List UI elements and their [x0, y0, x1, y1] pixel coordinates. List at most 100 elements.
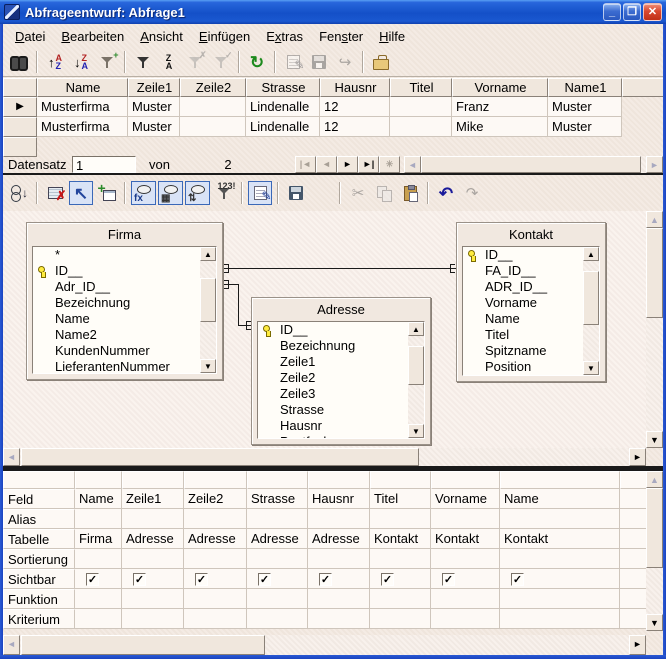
field-item-id[interactable]: ID__ — [258, 322, 424, 338]
first-record-button[interactable]: |◄ — [295, 156, 316, 173]
undo-button[interactable]: ↶ — [434, 181, 458, 205]
design-vscrollbar[interactable]: ▲ ▼ — [646, 211, 663, 448]
scroll-right-icon[interactable]: ► — [629, 635, 646, 655]
grid-cell[interactable]: ✓ — [247, 569, 308, 589]
field-item-bezeichnung[interactable]: Bezeichnung — [33, 295, 216, 311]
field-item-adrid[interactable]: Adr_ID__ — [33, 279, 216, 295]
row-selector[interactable] — [3, 137, 37, 157]
grid-cell[interactable]: Titel — [370, 489, 431, 509]
table-box-kontakt[interactable]: KontaktID__FA_ID__ADR_ID__VornameNameTit… — [456, 222, 606, 382]
menu-fenster[interactable]: Fenster — [311, 26, 371, 47]
table-box-adresse[interactable]: AdresseID__BezeichnungZeile1Zeile2Zeile3… — [251, 297, 431, 445]
scroll-right-icon[interactable]: ► — [646, 156, 663, 173]
save-as-button[interactable] — [310, 181, 334, 205]
visible-checkbox[interactable]: ✓ — [511, 573, 524, 586]
field-item-name2[interactable]: Name2 — [33, 327, 216, 343]
grid-cell[interactable]: Name — [75, 489, 122, 509]
paste-button[interactable] — [398, 181, 422, 205]
grid-cell[interactable]: Firma — [75, 529, 122, 549]
field-list-scrollbar[interactable]: ▲▼ — [583, 247, 599, 375]
field-item-position[interactable]: Position — [463, 359, 599, 375]
field-item-strasse[interactable]: Strasse — [258, 402, 424, 418]
field-item-postfach[interactable]: Postfach — [258, 434, 424, 439]
save-button[interactable] — [284, 181, 308, 205]
grid-cell[interactable]: ✓ — [184, 569, 247, 589]
field-item-lieferantennummer[interactable]: LieferantenNummer — [33, 359, 216, 374]
grid-cell[interactable] — [500, 609, 620, 629]
field-item-titel[interactable]: Titel — [463, 327, 599, 343]
edit-query-button[interactable] — [248, 181, 272, 205]
menu-einfgen[interactable]: Einfügen — [191, 26, 258, 47]
grid-column-header[interactable] — [431, 471, 500, 489]
grid-cell[interactable]: Zeile2 — [184, 489, 247, 509]
grid-cell[interactable] — [184, 549, 247, 569]
grid-column-header[interactable] — [308, 471, 370, 489]
grid-cell[interactable]: Adresse — [184, 529, 247, 549]
field-item-vorname[interactable]: Vorname — [463, 295, 599, 311]
scroll-up-icon[interactable]: ▲ — [646, 471, 663, 488]
grid-cell[interactable]: ✓ — [308, 569, 370, 589]
datasheet-cell[interactable]: Musterfirma — [37, 117, 128, 137]
column-header-name[interactable]: Name — [37, 78, 128, 97]
datasheet-cell[interactable]: Muster — [128, 97, 180, 117]
datasheet-cell[interactable]: 12 — [320, 97, 390, 117]
field-item-hausnr[interactable]: Hausnr — [258, 418, 424, 434]
grid-cell[interactable] — [370, 549, 431, 569]
field-item-zeile3[interactable]: Zeile3 — [258, 386, 424, 402]
row-selector[interactable]: ▶ — [3, 97, 37, 117]
grid-cell[interactable] — [122, 549, 184, 569]
scroll-left-icon[interactable]: ◄ — [3, 448, 20, 466]
grid-vscrollbar[interactable]: ▲ ▼ — [646, 471, 663, 631]
scroll-up-icon[interactable]: ▲ — [646, 211, 663, 228]
grid-cell[interactable] — [122, 589, 184, 609]
sort-ascending-button[interactable]: ↑AZ — [43, 50, 67, 74]
datasheet-cell[interactable]: Muster — [548, 117, 622, 137]
record-number-input[interactable]: 1 — [72, 156, 136, 173]
menu-ansicht[interactable]: Ansicht — [132, 26, 191, 47]
grid-cell[interactable] — [247, 509, 308, 529]
field-list-scrollbar[interactable]: ▲▼ — [408, 322, 424, 438]
grid-cell[interactable] — [247, 549, 308, 569]
field-item-kundennummer[interactable]: KundenNummer — [33, 343, 216, 359]
title-bar[interactable]: Abfrageentwurf: Abfrage1 _ ❐ ✕ — [0, 0, 666, 24]
refresh-button[interactable]: ↻ — [245, 50, 269, 74]
grid-cell[interactable] — [500, 549, 620, 569]
scroll-up-icon[interactable]: ▲ — [408, 322, 424, 336]
grid-column-header[interactable] — [620, 471, 647, 489]
column-header-zeile2[interactable]: Zeile2 — [180, 78, 246, 97]
grid-cell[interactable] — [431, 609, 500, 629]
datasheet-cell[interactable] — [180, 117, 246, 137]
column-header-zeile1[interactable]: Zeile1 — [128, 78, 180, 97]
minimize-button[interactable]: _ — [603, 3, 621, 21]
design-mode-button[interactable]: ↖ — [69, 181, 93, 205]
scroll-down-icon[interactable]: ▼ — [583, 361, 599, 375]
add-table-button[interactable] — [95, 181, 119, 205]
column-header-vorname[interactable]: Vorname — [452, 78, 548, 97]
visible-checkbox[interactable]: ✓ — [442, 573, 455, 586]
previous-record-button[interactable]: ◄ — [316, 156, 337, 173]
find-button[interactable] — [7, 50, 31, 74]
grid-hscrollbar[interactable]: ◄ ► — [3, 635, 646, 655]
scrollbar-thumb[interactable] — [21, 448, 419, 466]
field-item-id[interactable]: ID__ — [33, 263, 216, 279]
scrollbar-thumb[interactable] — [200, 278, 216, 322]
grid-cell[interactable] — [500, 509, 620, 529]
grid-cell[interactable] — [75, 509, 122, 529]
grid-cell[interactable] — [370, 589, 431, 609]
grid-cell[interactable] — [308, 549, 370, 569]
sort-descending-button[interactable]: ↓ZA — [69, 50, 93, 74]
datasheet-cell[interactable] — [180, 97, 246, 117]
grid-cell[interactable] — [370, 609, 431, 629]
datasheet-cell[interactable] — [390, 97, 452, 117]
grid-cell[interactable]: Adresse — [308, 529, 370, 549]
grid-cell[interactable] — [308, 509, 370, 529]
scrollbar-thumb[interactable] — [21, 635, 265, 655]
grid-column-header[interactable] — [75, 471, 122, 489]
scroll-down-icon[interactable]: ▼ — [408, 424, 424, 438]
table-box-firma[interactable]: Firma*ID__Adr_ID__BezeichnungNameName2Ku… — [26, 222, 223, 380]
grid-column-header[interactable] — [184, 471, 247, 489]
scroll-right-icon[interactable]: ► — [629, 448, 646, 466]
table-box-title[interactable]: Adresse — [252, 298, 430, 320]
grid-cell[interactable] — [75, 589, 122, 609]
field-list-scrollbar[interactable]: ▲▼ — [200, 247, 216, 373]
